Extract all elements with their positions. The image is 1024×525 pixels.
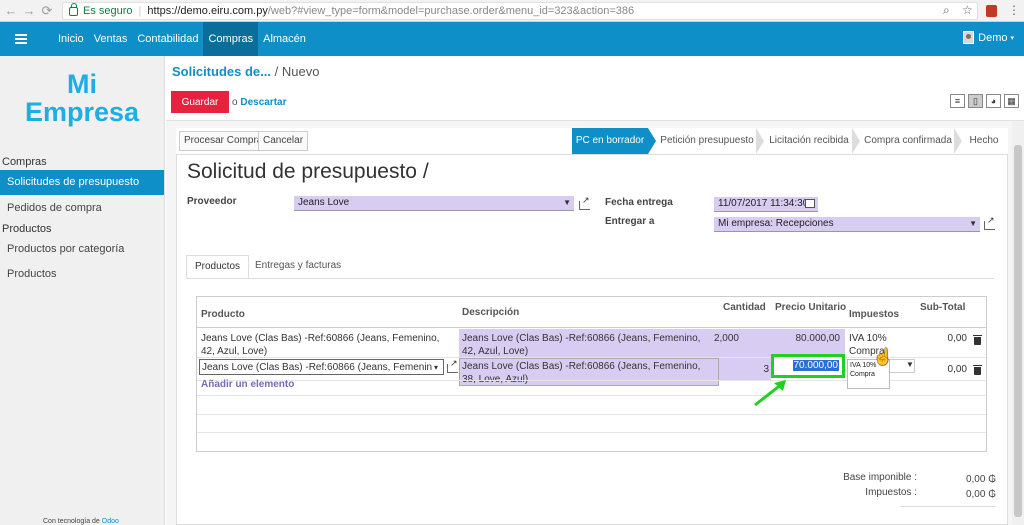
stage-quotation-request[interactable]: Petición presupuesto bbox=[658, 128, 756, 154]
calendar-view-icon[interactable]: ▦ bbox=[1004, 94, 1019, 108]
taxes-value: 0,00 ₲ bbox=[965, 489, 996, 500]
chevron-down-icon[interactable]: ▼ bbox=[969, 217, 977, 231]
view-switcher: ≡ ▯ ◕ ▦ bbox=[947, 94, 1019, 108]
browser-toolbar: ← → ⟳ Es seguro | https://demo.eiru.com.… bbox=[0, 0, 1024, 22]
untaxed-value: 0,00 ₲ bbox=[965, 474, 996, 485]
deliver-to-label: Entregar a bbox=[605, 216, 655, 227]
discard-area: o Descartar bbox=[232, 97, 287, 108]
main-navbar: Inicio Ventas Contabilidad Compras Almac… bbox=[0, 22, 1024, 56]
external-link-icon[interactable] bbox=[579, 195, 590, 210]
app-menu-icon[interactable] bbox=[15, 32, 27, 46]
cancel-button[interactable]: Cancelar bbox=[258, 131, 309, 151]
breadcrumb-link[interactable]: Solicitudes de... bbox=[172, 64, 271, 79]
discard-button[interactable]: Descartar bbox=[240, 97, 286, 108]
chevron-down-icon[interactable]: ▾ bbox=[434, 361, 438, 374]
col-header-subtotal[interactable]: Sub-Total bbox=[920, 302, 965, 313]
row2-quantity[interactable]: 3 bbox=[727, 363, 769, 376]
sidebar-item-productos[interactable]: Productos bbox=[0, 262, 164, 287]
back-icon[interactable]: ← bbox=[4, 3, 18, 18]
statusbar: Procesar Compra Cancelar PC en borrador … bbox=[176, 128, 1008, 155]
process-purchase-button[interactable]: Procesar Compra bbox=[179, 131, 268, 151]
unit-price-input[interactable]: 70.000,00 bbox=[771, 354, 845, 378]
lock-icon bbox=[69, 2, 78, 16]
chevron-down-icon: ▾ bbox=[1010, 34, 1014, 42]
stage-draft[interactable]: PC en borrador bbox=[572, 128, 648, 154]
menu-inicio[interactable]: Inicio bbox=[53, 22, 89, 56]
url-host: https://demo.eiru.com.py bbox=[147, 5, 268, 17]
stage-bid-received[interactable]: Licitación recibida bbox=[766, 128, 852, 154]
sidebar: Mi Empresa Compras Solicitudes de presup… bbox=[0, 56, 165, 525]
date-label: Fecha entrega bbox=[605, 197, 673, 208]
sidebar-item-productos-categoria[interactable]: Productos por categoría bbox=[0, 237, 164, 262]
menu-contabilidad[interactable]: Contabilidad bbox=[132, 22, 203, 56]
calendar-icon[interactable] bbox=[805, 199, 815, 208]
form-view-icon[interactable]: ▯ bbox=[968, 94, 983, 108]
chevron-down-icon[interactable]: ▼ bbox=[906, 360, 914, 369]
avatar bbox=[963, 31, 975, 44]
col-header-quantity[interactable]: Cantidad bbox=[723, 302, 766, 313]
col-header-description[interactable]: Descripción bbox=[462, 307, 519, 318]
forward-icon[interactable]: → bbox=[22, 3, 36, 18]
row1-subtotal: 0,00 bbox=[947, 333, 967, 344]
user-menu[interactable]: Demo ▾ bbox=[963, 31, 1014, 44]
supplier-field[interactable]: Jeans Love ▼ bbox=[294, 196, 574, 211]
external-link-icon[interactable] bbox=[984, 215, 995, 230]
row1-unit-price[interactable]: 80.000,00 bbox=[777, 332, 841, 345]
url-path: /web?#view_type=form&model=purchase.orde… bbox=[267, 5, 635, 17]
browser-menu-icon[interactable]: ⋮ bbox=[1008, 3, 1020, 17]
address-bar[interactable]: Es seguro | https://demo.eiru.com.py/web… bbox=[62, 2, 978, 20]
trash-icon[interactable] bbox=[973, 335, 982, 345]
stage-done[interactable]: Hecho bbox=[964, 128, 1004, 154]
scrollbar[interactable] bbox=[1012, 121, 1024, 525]
sidebar-section-productos: Productos bbox=[2, 223, 52, 235]
row1-description[interactable]: Jeans Love (Clas Bas) -Ref:60866 (Jeans,… bbox=[462, 332, 714, 358]
row1-quantity[interactable]: 2,000 bbox=[697, 332, 739, 345]
sidebar-item-pedidos[interactable]: Pedidos de compra bbox=[0, 196, 164, 221]
breadcrumb-current: Nuevo bbox=[281, 64, 320, 79]
page-title: Solicitud de presupuesto / bbox=[187, 160, 429, 183]
extension-icon[interactable] bbox=[986, 5, 997, 17]
row2-product: Jeans Love (Clas Bas) -Ref:60866 (Jeans,… bbox=[202, 362, 432, 373]
row1-product[interactable]: Jeans Love (Clas Bas) -Ref:60866 (Jeans,… bbox=[201, 332, 453, 358]
annotation-arrow-icon bbox=[754, 380, 786, 407]
reload-icon[interactable]: ⟳ bbox=[40, 3, 54, 19]
stage-confirmed[interactable]: Compra confirmada bbox=[862, 128, 954, 154]
tab-products[interactable]: Productos bbox=[186, 255, 250, 279]
col-header-product[interactable]: Producto bbox=[201, 309, 245, 320]
add-line-link[interactable]: Añadir un elemento bbox=[201, 379, 294, 390]
odoo-link[interactable]: Odoo bbox=[102, 518, 119, 525]
deliver-to-field[interactable]: Mi empresa: Recepciones ▼ bbox=[714, 217, 980, 232]
zoom-icon[interactable]: ⌕ bbox=[943, 3, 950, 18]
sidebar-item-solicitudes[interactable]: Solicitudes de presupuesto bbox=[0, 170, 164, 195]
row2-description[interactable]: Jeans Love (Clas Bas) -Ref:60866 (Jeans,… bbox=[462, 360, 714, 386]
sidebar-section-compras: Compras bbox=[2, 156, 47, 168]
company-logo[interactable]: Mi Empresa bbox=[0, 70, 164, 138]
list-view-icon[interactable]: ≡ bbox=[950, 94, 965, 108]
col-header-unit-price[interactable]: Precio Unitario bbox=[775, 302, 846, 313]
hand-cursor-icon: ☝ bbox=[873, 349, 893, 366]
menu-compras[interactable]: Compras bbox=[203, 22, 259, 56]
taxes-label: Impuestos : bbox=[865, 487, 917, 498]
secure-label: Es seguro bbox=[83, 5, 133, 17]
bookmark-star-icon[interactable]: ☆ bbox=[962, 3, 973, 17]
graph-view-icon[interactable]: ◕ bbox=[986, 94, 1001, 108]
supplier-label: Proveedor bbox=[187, 196, 237, 207]
breadcrumb: Solicitudes de... / Nuevo bbox=[172, 64, 320, 79]
col-header-taxes[interactable]: Impuestos bbox=[849, 309, 899, 320]
scrollbar-thumb[interactable] bbox=[1014, 145, 1022, 517]
row2-subtotal: 0,00 bbox=[947, 364, 967, 375]
save-button[interactable]: Guardar bbox=[171, 91, 229, 113]
menu-ventas[interactable]: Ventas bbox=[89, 22, 133, 56]
user-name: Demo bbox=[978, 31, 1008, 44]
external-link-icon[interactable] bbox=[447, 358, 458, 373]
chevron-down-icon[interactable]: ▼ bbox=[563, 196, 571, 210]
delivery-date-field[interactable]: 11/07/2017 11:34:30 bbox=[714, 197, 818, 212]
untaxed-label: Base imponible : bbox=[843, 472, 917, 483]
tab-deliveries-invoices[interactable]: Entregas y facturas bbox=[247, 255, 349, 279]
powered-by: Con tecnología de Odoo bbox=[43, 518, 119, 525]
menu-almacen[interactable]: Almacén bbox=[258, 22, 311, 56]
trash-icon[interactable] bbox=[973, 365, 982, 375]
